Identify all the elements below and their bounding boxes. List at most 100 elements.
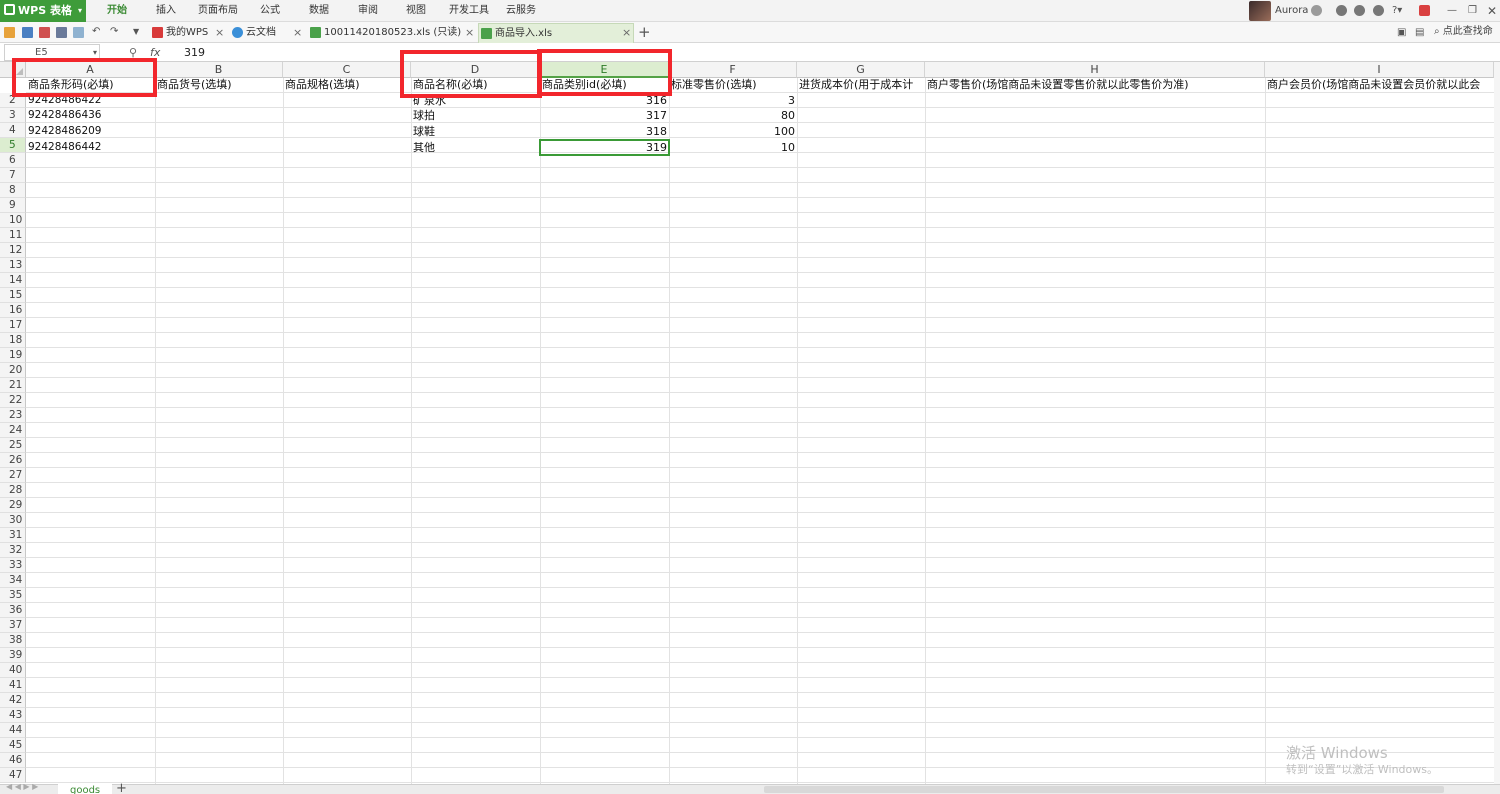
- menu-formula[interactable]: 公式: [260, 0, 280, 22]
- export-pdf-icon[interactable]: [39, 27, 50, 38]
- help-icon[interactable]: ?▾: [1392, 0, 1402, 22]
- restore-icon[interactable]: ❐: [1468, 0, 1477, 22]
- row-header[interactable]: 21: [0, 378, 26, 393]
- row-header[interactable]: 15: [0, 288, 26, 303]
- name-cell[interactable]: 矿泉水: [411, 93, 540, 108]
- user-avatar[interactable]: [1249, 1, 1271, 21]
- row-header[interactable]: 41: [0, 678, 26, 693]
- header-cell-d1[interactable]: 商品名称(必填): [411, 77, 540, 92]
- row-header[interactable]: 33: [0, 558, 26, 573]
- menu-developer[interactable]: 开发工具: [449, 0, 489, 22]
- row-header[interactable]: 17: [0, 318, 26, 333]
- close-icon[interactable]: ✕: [1487, 0, 1497, 22]
- tab-product-import[interactable]: 商品导入.xls: [478, 23, 634, 43]
- tab-close-icon[interactable]: ×: [622, 23, 631, 43]
- retail-price-cell[interactable]: 100: [669, 124, 797, 139]
- save-icon[interactable]: [22, 27, 33, 38]
- zoom-icon[interactable]: ⚲: [129, 44, 137, 61]
- row-header[interactable]: 18: [0, 333, 26, 348]
- category-id-cell[interactable]: 317: [540, 108, 669, 123]
- menu-review[interactable]: 审阅: [358, 0, 378, 22]
- row-header[interactable]: 20: [0, 363, 26, 378]
- row-header[interactable]: 30: [0, 513, 26, 528]
- sheet-nav-icon[interactable]: ◀ ◀ ▶ ▶: [6, 780, 38, 794]
- row-header[interactable]: 9: [0, 198, 26, 213]
- redo-icon[interactable]: ↷: [110, 21, 118, 43]
- row-header[interactable]: 39: [0, 648, 26, 663]
- row-header[interactable]: 46: [0, 753, 26, 768]
- feedback-icon[interactable]: [1373, 5, 1384, 16]
- tab-list-icon[interactable]: ▣: [1397, 22, 1406, 44]
- column-header-c[interactable]: C: [283, 62, 411, 78]
- cell-grid[interactable]: [26, 78, 1500, 784]
- menu-cloud[interactable]: 云服务: [506, 0, 536, 22]
- row-header[interactable]: 2: [0, 93, 26, 108]
- row-header[interactable]: 11: [0, 228, 26, 243]
- row-header[interactable]: 34: [0, 573, 26, 588]
- menu-insert[interactable]: 插入: [156, 0, 176, 22]
- column-header-e[interactable]: E: [540, 62, 669, 78]
- row-header[interactable]: 31: [0, 528, 26, 543]
- row-header[interactable]: 13: [0, 258, 26, 273]
- barcode-cell[interactable]: 92428486442: [26, 140, 155, 155]
- open-icon[interactable]: [4, 27, 15, 38]
- tab-cloud-docs[interactable]: 云文档: [230, 23, 296, 43]
- row-header[interactable]: 27: [0, 468, 26, 483]
- row-header[interactable]: 26: [0, 453, 26, 468]
- skin-icon[interactable]: [1311, 5, 1322, 16]
- barcode-cell[interactable]: 92428486436: [26, 108, 155, 123]
- row-header[interactable]: 5: [0, 138, 26, 153]
- formula-input[interactable]: [178, 44, 1488, 61]
- row-header[interactable]: 29: [0, 498, 26, 513]
- row-header[interactable]: 23: [0, 408, 26, 423]
- name-box[interactable]: E5 ▾: [4, 44, 100, 61]
- row-header[interactable]: 16: [0, 303, 26, 318]
- name-cell[interactable]: 其他: [411, 140, 540, 155]
- barcode-cell[interactable]: 92428486422: [26, 93, 155, 108]
- minimize-ribbon-icon[interactable]: [1419, 5, 1430, 16]
- menu-data[interactable]: 数据: [309, 0, 329, 22]
- row-header[interactable]: 14: [0, 273, 26, 288]
- category-id-cell[interactable]: 316: [540, 93, 669, 108]
- column-header-a[interactable]: A: [26, 62, 155, 78]
- row-header[interactable]: 6: [0, 153, 26, 168]
- header-cell-c1[interactable]: 商品规格(选填): [283, 77, 411, 92]
- tab-close-icon[interactable]: ×: [215, 23, 224, 43]
- command-search[interactable]: ⌕ 点此查找命: [1434, 22, 1493, 42]
- category-id-cell[interactable]: 318: [540, 124, 669, 139]
- row-header[interactable]: 28: [0, 483, 26, 498]
- menu-page-layout[interactable]: 页面布局: [198, 0, 238, 22]
- row-header[interactable]: 43: [0, 708, 26, 723]
- row-header[interactable]: 42: [0, 693, 26, 708]
- sheet-tab-goods[interactable]: goods: [58, 784, 113, 794]
- row-header[interactable]: 38: [0, 633, 26, 648]
- undo-icon[interactable]: ↶: [92, 21, 100, 43]
- tab-readonly-file[interactable]: 10011420180523.xls (只读) *: [308, 23, 468, 57]
- print-preview-icon[interactable]: [73, 27, 84, 38]
- print-icon[interactable]: [56, 27, 67, 38]
- header-cell-a1[interactable]: 商品条形码(必填): [26, 77, 155, 92]
- row-header[interactable]: 12: [0, 243, 26, 258]
- row-header[interactable]: 44: [0, 723, 26, 738]
- select-all-corner[interactable]: [0, 62, 26, 78]
- share-icon[interactable]: [1336, 5, 1347, 16]
- add-sheet-plus-icon[interactable]: +: [116, 781, 127, 794]
- row-header[interactable]: 10: [0, 213, 26, 228]
- menu-view[interactable]: 视图: [406, 0, 426, 22]
- column-header-d[interactable]: D: [411, 62, 540, 78]
- wps-app-button[interactable]: WPS 表格 ▾: [0, 0, 86, 22]
- column-header-i[interactable]: I: [1265, 62, 1494, 78]
- header-cell-e1[interactable]: 商品类别id(必填): [540, 77, 669, 92]
- header-cell-i1[interactable]: 商户会员价(场馆商品未设置会员价就以此会: [1265, 77, 1494, 92]
- row-header[interactable]: 32: [0, 543, 26, 558]
- barcode-cell[interactable]: 92428486209: [26, 124, 155, 139]
- quick-access-chevron-icon[interactable]: ▼: [133, 21, 139, 43]
- tab-close-icon[interactable]: ×: [465, 23, 474, 43]
- fx-icon[interactable]: fx: [150, 44, 160, 61]
- column-header-h[interactable]: H: [925, 62, 1265, 78]
- row-header[interactable]: 22: [0, 393, 26, 408]
- menu-home[interactable]: 开始: [107, 0, 127, 22]
- header-cell-f1[interactable]: 标准零售价(选填): [669, 77, 797, 92]
- header-cell-h1[interactable]: 商户零售价(场馆商品未设置零售价就以此零售价为准): [925, 77, 1265, 92]
- horizontal-scrollbar[interactable]: [764, 786, 1444, 793]
